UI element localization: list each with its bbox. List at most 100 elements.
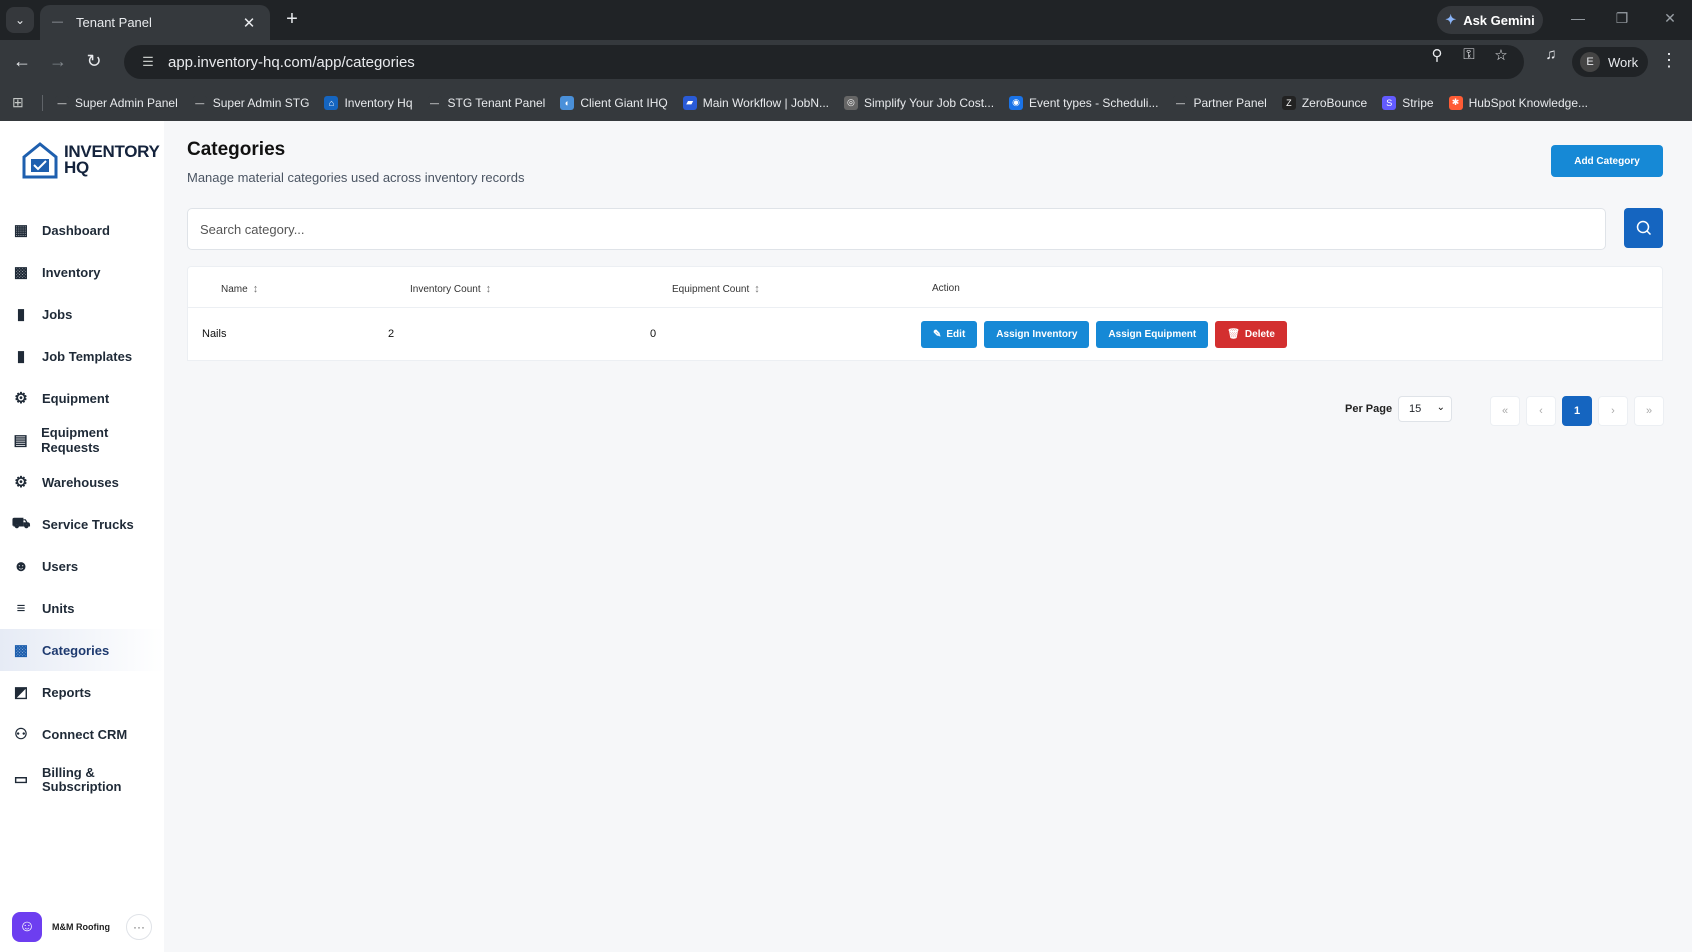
units-icon: ≡	[16, 599, 26, 617]
minimize-icon[interactable]: —	[1568, 10, 1588, 26]
profile-button[interactable]: E Work	[1572, 47, 1648, 77]
bookmark-favicon-icon: —	[1173, 95, 1188, 110]
chevron-down-icon: ⌄	[1436, 402, 1445, 413]
sidebar-item-users[interactable]: ☻ Users	[0, 545, 164, 587]
apps-grid-icon[interactable]: ⊞	[12, 94, 30, 111]
jobs-icon: ▮	[16, 306, 26, 323]
sidebar-item-categories[interactable]: ▩ Categories	[0, 629, 164, 671]
trash-icon: 🗑	[1227, 329, 1240, 340]
last-page-button[interactable]: »	[1634, 396, 1664, 426]
bookmark-favicon-icon: Z	[1281, 95, 1296, 110]
more-options-icon[interactable]: ···	[126, 914, 152, 940]
assign-equipment-button[interactable]: Assign Equipment	[1096, 321, 1209, 348]
sidebar-item-reports[interactable]: ◩ Reports	[0, 671, 164, 713]
next-page-button[interactable]: ›	[1598, 396, 1628, 426]
bookmark-item[interactable]: ▰ Main Workflow | JobN...	[682, 95, 829, 110]
sidebar-nav: ▦ Dashboard ▩ Inventory ▮ Jobs ▮ Job Templates ⚙…	[0, 209, 164, 805]
sidebar-item-units[interactable]: ≡ Units	[0, 587, 164, 629]
sort-icon[interactable]: ↕	[253, 283, 259, 295]
forward-icon[interactable]: →	[46, 50, 70, 74]
bookmark-item[interactable]: — STG Tenant Panel	[427, 95, 545, 110]
bookmark-item[interactable]: ◉ Event types - Scheduli...	[1009, 95, 1158, 110]
bookmark-item[interactable]: — Super Admin STG	[192, 95, 309, 110]
first-page-button[interactable]: «	[1490, 396, 1520, 426]
bookmark-item[interactable]: — Super Admin Panel	[55, 95, 178, 110]
browser-menu-icon[interactable]: ⋮	[1660, 50, 1678, 71]
search-input[interactable]	[187, 208, 1606, 250]
sidebar-item-label: Reports	[42, 684, 92, 700]
bookmark-item[interactable]: — Partner Panel	[1173, 95, 1267, 110]
connect-crm-icon: ⚇	[14, 726, 28, 743]
window-close-icon[interactable]: ✕	[1660, 10, 1680, 27]
bookmark-label: Inventory Hq	[344, 95, 413, 110]
reload-icon[interactable]: ↻	[82, 50, 106, 74]
ask-gemini-label: Ask Gemini	[1463, 12, 1535, 28]
categories-icon: ▩	[13, 642, 29, 659]
sidebar-item-label: Equipment	[42, 390, 110, 406]
header-name-label: Name	[221, 283, 248, 295]
reports-icon: ◩	[13, 684, 29, 701]
cell-name: Nails	[202, 328, 227, 340]
delete-button[interactable]: 🗑 Delete	[1215, 321, 1287, 348]
browser-tab[interactable]: — Tenant Panel ✕	[40, 5, 270, 40]
media-controls-icon[interactable]: ♫	[1540, 46, 1562, 63]
prev-page-button[interactable]: ‹	[1526, 396, 1556, 426]
ask-gemini-button[interactable]: ✦ Ask Gemini	[1437, 6, 1543, 34]
header-equipment-count[interactable]: Equipment Count ↕	[672, 283, 760, 295]
per-page-select[interactable]: 15 ⌄	[1398, 396, 1452, 422]
tab-search-button[interactable]: ⌄	[6, 7, 34, 33]
tab-title: Tenant Panel	[76, 15, 152, 30]
sidebar-item-equipment-requests[interactable]: ▤ Equipment Requests	[0, 419, 164, 461]
billing-label-line-2: Subscription	[42, 779, 122, 794]
sidebar-item-dashboard[interactable]: ▦ Dashboard	[0, 209, 164, 251]
dashboard-icon: ▦	[13, 222, 29, 239]
org-name: M&M Roofing	[52, 922, 110, 932]
sort-icon[interactable]: ↕	[486, 283, 492, 295]
bookmark-item[interactable]: ◐ Client Giant IHQ	[560, 95, 668, 110]
tab-close-icon[interactable]: ✕	[240, 14, 258, 32]
bookmark-favicon-icon: —	[192, 95, 207, 110]
back-icon[interactable]: ←	[10, 50, 34, 74]
sidebar-item-label: Service Trucks	[42, 516, 134, 532]
new-tab-button[interactable]: +	[280, 8, 304, 32]
bookmark-item[interactable]: ◎ Simplify Your Job Cost...	[843, 95, 995, 110]
sidebar-item-jobs[interactable]: ▮ Jobs	[0, 293, 164, 335]
header-name[interactable]: Name ↕	[221, 283, 258, 295]
sidebar-item-inventory[interactable]: ▩ Inventory	[0, 251, 164, 293]
password-key-icon[interactable]: ⚿	[1458, 46, 1480, 63]
assign-inventory-button[interactable]: Assign Inventory	[984, 321, 1090, 348]
page-1-button[interactable]: 1	[1562, 396, 1592, 426]
edit-button[interactable]: ✎ Edit	[921, 321, 978, 348]
sidebar-item-label: Jobs	[42, 306, 73, 322]
account-footer: ☺ M&M Roofing ···	[12, 911, 152, 943]
bookmark-star-icon[interactable]: ☆	[1490, 46, 1512, 64]
bookmark-item[interactable]: ✱ HubSpot Knowledge...	[1448, 95, 1588, 110]
sort-icon[interactable]: ↕	[754, 283, 760, 295]
bookmark-item[interactable]: S Stripe	[1382, 95, 1434, 110]
credit-card-icon: ▭	[13, 771, 29, 788]
user-avatar-icon[interactable]: ☺	[12, 912, 42, 942]
site-info-icon[interactable]: ☰	[136, 54, 160, 70]
add-category-button[interactable]: Add Category	[1551, 145, 1663, 177]
zoom-icon[interactable]: ⚲	[1426, 46, 1448, 64]
restore-icon[interactable]: ❐	[1612, 10, 1632, 27]
profile-avatar: E	[1580, 52, 1600, 72]
header-inventory-count[interactable]: Inventory Count ↕	[410, 283, 491, 295]
sidebar-item-label: Equipment Requests	[41, 425, 109, 455]
bookmark-label: Simplify Your Job Cost...	[863, 95, 995, 110]
search-button[interactable]	[1624, 208, 1663, 248]
cell-equipment-count: 0	[650, 328, 657, 340]
sidebar-item-job-templates[interactable]: ▮ Job Templates	[0, 335, 164, 377]
inventory-hq-logo[interactable]: INVENTORY HQ	[22, 141, 160, 179]
address-bar[interactable]: ☰ app.inventory-hq.com/app/categories	[124, 45, 1524, 79]
sidebar-item-warehouses[interactable]: ⚙ Warehouses	[0, 461, 164, 503]
sidebar-item-equipment[interactable]: ⚙ Equipment	[0, 377, 164, 419]
bookmark-item[interactable]: Z ZeroBounce	[1281, 95, 1367, 110]
bookmarks-bar: ⊞ — Super Admin Panel — Super Admin STG ⌂ Inv…	[0, 84, 1692, 121]
url-text[interactable]: app.inventory-hq.com/app/categories	[168, 54, 1524, 71]
sidebar-item-connect-crm[interactable]: ⚇ Connect CRM	[0, 713, 164, 755]
sidebar-item-label: Dashboard	[42, 222, 110, 238]
sidebar-item-billing-subscription[interactable]: ▭ Billing & Subscription	[0, 755, 164, 805]
bookmark-item[interactable]: ⌂ Inventory Hq	[324, 95, 413, 110]
sidebar-item-service-trucks[interactable]: ⛟ Service Trucks	[0, 503, 164, 545]
